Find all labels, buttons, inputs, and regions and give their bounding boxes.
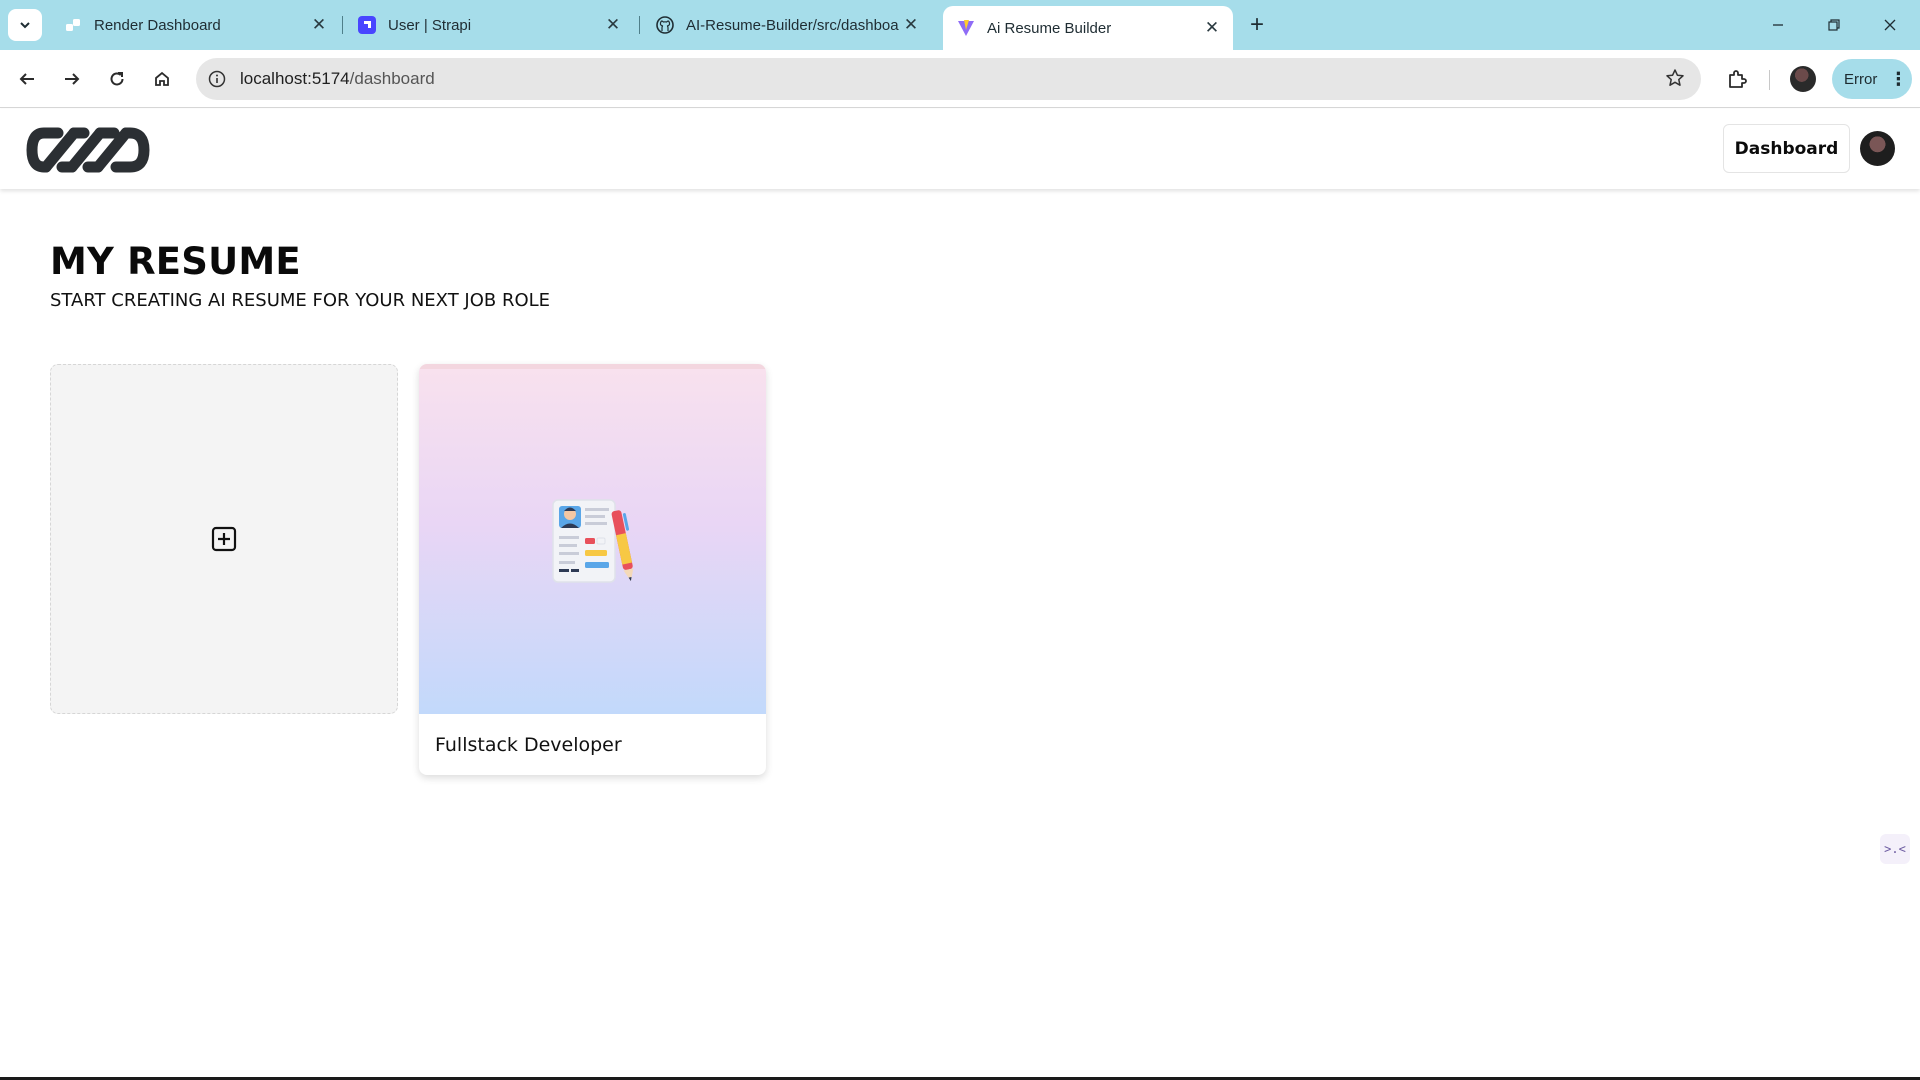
tab-github[interactable]: AI-Resume-Builder/src/dashboa ✕ (642, 6, 932, 44)
tab-search-button[interactable] (8, 9, 42, 41)
extensions-button[interactable] (1722, 64, 1752, 94)
reload-button[interactable] (102, 64, 132, 94)
tab-ai-resume-builder[interactable]: Ai Resume Builder ✕ (943, 6, 1233, 50)
profile-avatar[interactable] (1790, 66, 1816, 92)
floating-widget-icon[interactable]: >.< (1880, 834, 1910, 864)
logo-icon[interactable] (24, 123, 152, 182)
user-avatar[interactable] (1860, 131, 1895, 166)
close-icon[interactable]: ✕ (308, 14, 330, 36)
page-subtitle: START CREATING AI RESUME FOR YOUR NEXT J… (50, 290, 551, 311)
address-bar[interactable]: localhost:5174/dashboard (196, 58, 1701, 100)
vite-icon (957, 19, 975, 37)
url-text: localhost:5174/dashboard (240, 69, 435, 89)
arrow-left-icon (19, 73, 34, 85)
error-button[interactable]: Error ⋮ (1832, 59, 1912, 99)
home-button[interactable] (147, 64, 177, 94)
app-header: Dashboard (0, 109, 1920, 189)
plus-square-icon (211, 526, 237, 552)
tab-title: AI-Resume-Builder/src/dashboa (686, 16, 899, 34)
arrow-right-icon (65, 73, 80, 85)
tab-render-dashboard[interactable]: Render Dashboard ✕ (50, 6, 340, 44)
close-icon[interactable]: ✕ (1201, 17, 1223, 39)
puzzle-icon (1729, 70, 1747, 88)
url-host: localhost:5174 (240, 69, 350, 88)
resume-preview (419, 369, 766, 714)
page-title: MY RESUME (50, 240, 301, 283)
strapi-icon (358, 16, 376, 34)
dashboard-button[interactable]: Dashboard (1723, 124, 1850, 173)
resume-card[interactable]: Fullstack Developer (419, 364, 766, 775)
reload-icon (110, 72, 124, 86)
close-icon[interactable]: ✕ (602, 14, 624, 36)
back-button[interactable] (12, 64, 42, 94)
render-icon (64, 16, 82, 34)
add-resume-card[interactable] (50, 364, 398, 714)
github-icon (656, 16, 674, 34)
close-icon (1884, 19, 1896, 31)
tab-divider (342, 16, 343, 34)
kebab-menu-icon: ⋮ (1889, 68, 1907, 89)
restore-button[interactable] (1814, 10, 1854, 40)
url-path: /dashboard (349, 69, 435, 88)
window-close-button[interactable] (1870, 10, 1910, 40)
tab-title: Render Dashboard (94, 16, 221, 34)
minimize-icon (1773, 24, 1783, 26)
new-tab-button[interactable]: + (1244, 11, 1270, 38)
tab-divider (639, 16, 640, 34)
tab-strapi[interactable]: User | Strapi ✕ (344, 6, 634, 44)
forward-button[interactable] (57, 64, 87, 94)
resume-card-title: Fullstack Developer (435, 734, 622, 756)
error-label: Error (1844, 70, 1878, 88)
site-info-icon[interactable] (206, 68, 228, 90)
close-icon[interactable]: ✕ (900, 14, 922, 36)
browser-tab-bar: Render Dashboard ✕ User | Strapi ✕ AI-Re… (0, 0, 1920, 50)
home-icon (155, 71, 169, 86)
resume-document-icon (551, 498, 633, 583)
toolbar-divider (1769, 70, 1770, 90)
restore-icon (1828, 19, 1840, 31)
bookmark-star-icon[interactable] (1665, 68, 1685, 93)
tab-title: Ai Resume Builder (987, 19, 1112, 37)
tab-title: User | Strapi (388, 16, 472, 34)
minimize-button[interactable] (1758, 10, 1798, 40)
browser-toolbar: localhost:5174/dashboard Error ⋮ (0, 50, 1920, 108)
chevron-down-icon (20, 22, 30, 29)
